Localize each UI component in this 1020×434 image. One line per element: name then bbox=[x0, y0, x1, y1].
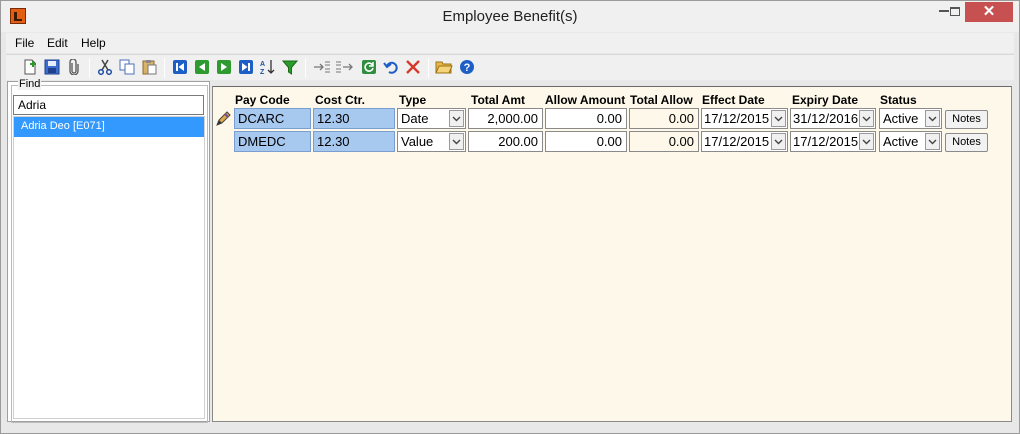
undo-icon[interactable] bbox=[382, 58, 400, 76]
filter-icon[interactable] bbox=[281, 58, 299, 76]
effect-date-picker[interactable]: 17/12/2015 bbox=[701, 108, 788, 129]
notes-button[interactable]: Notes bbox=[945, 110, 988, 129]
effect-date-value: 17/12/2015 bbox=[704, 134, 770, 149]
total-amt-cell[interactable]: 200.00 bbox=[468, 131, 543, 152]
column-header-type: Type bbox=[399, 93, 427, 107]
previous-record-icon[interactable] bbox=[193, 58, 211, 76]
column-header-status: Status bbox=[880, 93, 917, 107]
chevron-down-icon[interactable] bbox=[925, 133, 940, 150]
chevron-down-icon[interactable] bbox=[771, 133, 786, 150]
expiry-date-value: 31/12/2016 bbox=[793, 111, 859, 126]
first-record-icon[interactable] bbox=[171, 58, 189, 76]
edit-pencil-icon bbox=[215, 110, 231, 128]
find-input[interactable] bbox=[13, 95, 204, 115]
type-select[interactable]: Date bbox=[397, 108, 466, 129]
status-value: Active bbox=[883, 134, 919, 149]
toolbar-separator bbox=[89, 58, 90, 78]
outdent-icon[interactable] bbox=[335, 58, 353, 76]
app-window: Employee Benefit(s) ✕ File Edit Help A Z… bbox=[0, 0, 1020, 434]
column-header-total-amt: Total Amt bbox=[471, 93, 525, 107]
pay-code-cell[interactable]: DCARC bbox=[234, 108, 311, 129]
column-header-expiry-date: Expiry Date bbox=[792, 93, 859, 107]
effect-date-picker[interactable]: 17/12/2015 bbox=[701, 131, 788, 152]
svg-text:Z: Z bbox=[260, 69, 265, 76]
chevron-down-icon[interactable] bbox=[771, 110, 786, 127]
pay-code-cell[interactable]: DMEDC bbox=[234, 131, 311, 152]
attach-icon[interactable] bbox=[65, 58, 83, 76]
menu-bar: File Edit Help bbox=[6, 33, 1014, 53]
status-select[interactable]: Active bbox=[879, 108, 942, 129]
menu-help[interactable]: Help bbox=[81, 36, 106, 50]
chevron-down-icon[interactable] bbox=[859, 110, 874, 127]
type-value: Date bbox=[401, 111, 429, 126]
svg-text:?: ? bbox=[464, 62, 471, 74]
close-button[interactable]: ✕ bbox=[965, 2, 1013, 22]
total-allow-cell: 0.00 bbox=[629, 131, 699, 152]
menu-edit[interactable]: Edit bbox=[47, 36, 68, 50]
copy-icon[interactable] bbox=[118, 58, 136, 76]
chevron-down-icon[interactable] bbox=[449, 133, 464, 150]
cost-ctr-cell[interactable]: 12.30 bbox=[313, 131, 395, 152]
close-icon: ✕ bbox=[982, 3, 996, 20]
type-select[interactable]: Value bbox=[397, 131, 466, 152]
toolbar-separator bbox=[164, 58, 165, 78]
toolbar-separator bbox=[305, 58, 306, 78]
allow-amount-cell[interactable]: 0.00 bbox=[545, 131, 627, 152]
column-header-total-allow: Total Allow bbox=[630, 93, 693, 107]
column-header-cost-ctr: Cost Ctr. bbox=[315, 93, 366, 107]
last-record-icon[interactable] bbox=[237, 58, 255, 76]
expiry-date-value: 17/12/2015 bbox=[793, 134, 859, 149]
total-amt-cell[interactable]: 2,000.00 bbox=[468, 108, 543, 129]
column-header-allow-amount: Allow Amount bbox=[545, 93, 626, 107]
expiry-date-picker[interactable]: 31/12/2016 bbox=[790, 108, 876, 129]
list-item[interactable]: Adria Deo [E071] bbox=[14, 117, 204, 137]
next-record-icon[interactable] bbox=[215, 58, 233, 76]
cost-ctr-cell[interactable]: 12.30 bbox=[313, 108, 395, 129]
allow-amount-cell[interactable]: 0.00 bbox=[545, 108, 627, 129]
delete-icon[interactable] bbox=[404, 58, 422, 76]
refresh-icon[interactable] bbox=[360, 58, 378, 76]
find-label: Find bbox=[18, 78, 42, 90]
window-title: Employee Benefit(s) bbox=[442, 8, 578, 25]
help-icon[interactable]: ? bbox=[458, 58, 476, 76]
toolbar: AZ ? bbox=[6, 54, 1014, 80]
menu-file[interactable]: File bbox=[15, 36, 34, 50]
effect-date-value: 17/12/2015 bbox=[704, 111, 770, 126]
column-header-effect-date: Effect Date bbox=[702, 93, 765, 107]
new-icon[interactable] bbox=[21, 58, 39, 76]
column-header-pay-code: Pay Code bbox=[235, 93, 290, 107]
maximize-icon bbox=[950, 7, 960, 16]
type-value: Value bbox=[401, 134, 434, 149]
save-icon[interactable] bbox=[43, 58, 61, 76]
chevron-down-icon[interactable] bbox=[925, 110, 940, 127]
svg-text:A: A bbox=[260, 61, 265, 68]
toolbar-separator bbox=[428, 58, 429, 78]
indent-icon[interactable] bbox=[313, 58, 331, 76]
cut-icon[interactable] bbox=[96, 58, 114, 76]
expiry-date-picker[interactable]: 17/12/2015 bbox=[790, 131, 876, 152]
chevron-down-icon[interactable] bbox=[449, 110, 464, 127]
maximize-button[interactable] bbox=[946, 2, 964, 22]
sort-icon[interactable]: AZ bbox=[259, 58, 277, 76]
employee-results-list[interactable]: Adria Deo [E071] bbox=[13, 116, 205, 419]
status-value: Active bbox=[883, 111, 919, 126]
total-allow-cell: 0.00 bbox=[629, 108, 699, 129]
chevron-down-icon[interactable] bbox=[859, 133, 874, 150]
title-bar: Employee Benefit(s) ✕ bbox=[1, 1, 1019, 32]
open-folder-icon[interactable] bbox=[435, 58, 453, 76]
notes-button[interactable]: Notes bbox=[945, 133, 988, 152]
status-select[interactable]: Active bbox=[879, 131, 942, 152]
paste-icon[interactable] bbox=[140, 58, 158, 76]
